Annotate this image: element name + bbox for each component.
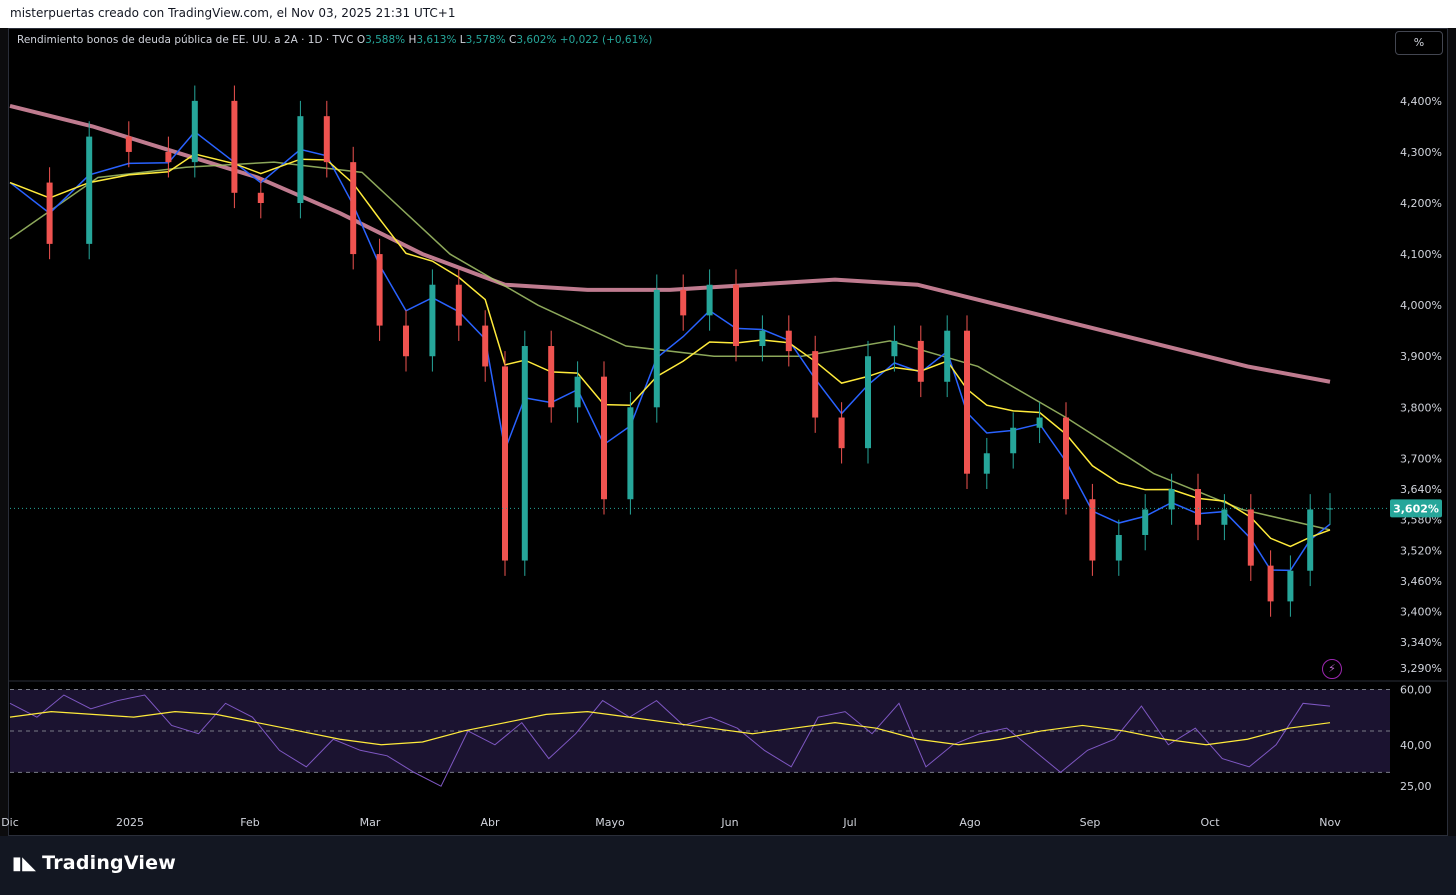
candle-body: [812, 351, 819, 418]
open-label: O: [356, 34, 366, 46]
candle-body: [653, 289, 660, 408]
tradingview-logo-icon: ▮◣: [12, 853, 37, 874]
tradingview-logo[interactable]: ▮◣ TradingView: [12, 852, 176, 874]
candle-body: [733, 284, 739, 347]
candle-body: [191, 100, 198, 163]
candle-body: [429, 284, 436, 357]
low-value: 3,578%: [465, 34, 506, 46]
lightning-icon[interactable]: ⚡: [1322, 659, 1342, 679]
candle-body: [785, 330, 792, 352]
x-tick-label: 2025: [116, 816, 144, 829]
x-tick-label: Sep: [1080, 816, 1101, 829]
y-tick-label: 3,800%: [1400, 401, 1442, 414]
open-value: 3,588%: [365, 34, 406, 46]
candle-body: [838, 417, 845, 449]
candle-body: [1168, 489, 1175, 510]
y-tick-label: 4,200%: [1400, 197, 1442, 210]
rsi-tick-label: 40,00: [1400, 739, 1432, 752]
symbol-title: Rendimiento bonos de deuda pública de EE…: [17, 34, 354, 46]
candle-body: [1063, 417, 1069, 500]
ma200-line: [9, 104, 1331, 384]
candle-body: [627, 407, 634, 500]
candle-body: [706, 284, 713, 316]
candle-body: [917, 340, 924, 382]
y-tick-label: 3,290%: [1400, 662, 1442, 675]
y-tick-label: 4,300%: [1400, 146, 1442, 159]
x-tick-label: Oct: [1200, 816, 1220, 829]
candle-body: [376, 254, 383, 326]
candlestick-chart[interactable]: 4,400% 4,300% 4,200% 4,100% 4,000% 3,900% 3,80…: [0, 0, 1456, 836]
y-tick-label: 3,520%: [1400, 544, 1442, 557]
x-tick-label: Mayo: [595, 816, 625, 829]
ma50-line: [9, 161, 1331, 531]
change-value: +0,022 (+0,61%): [559, 34, 653, 46]
candle-body: [350, 162, 357, 255]
symbol-legend: Rendimiento bonos de deuda pública de EE…: [17, 34, 652, 46]
candle-body: [865, 356, 871, 449]
candle-body: [1221, 509, 1228, 525]
footer-bar: [0, 836, 1456, 895]
y-tick-label: 4,000%: [1400, 299, 1442, 312]
candle-body: [1267, 565, 1274, 602]
candle-body: [759, 330, 766, 347]
rsi-tick-label: 60,00: [1400, 684, 1432, 697]
x-tick-label: Ago: [959, 816, 981, 829]
close-value: 3,602%: [516, 34, 557, 46]
brand-name: TradingView: [42, 852, 176, 874]
candle-body: [86, 136, 93, 244]
rsi-tick-label: 25,00: [1400, 780, 1432, 793]
candle-body: [502, 366, 508, 561]
candle-body: [323, 116, 330, 163]
candle-body: [455, 284, 462, 326]
x-tick-label: Jul: [842, 816, 856, 829]
x-tick-label: Feb: [240, 816, 259, 829]
candle-body: [1142, 509, 1149, 535]
candle-body: [1247, 509, 1254, 566]
candle-body: [964, 330, 970, 474]
y-tick-label: 3,640%: [1400, 483, 1442, 496]
candle-body: [601, 376, 607, 500]
x-tick-label: Dic: [1, 816, 19, 829]
candle-body: [165, 151, 172, 163]
candle-body: [574, 376, 581, 408]
candle-body: [231, 100, 238, 193]
y-tick-label: 3,400%: [1400, 606, 1442, 619]
x-tick-label: Abr: [480, 816, 500, 829]
candle-body: [521, 346, 528, 561]
candle-body: [125, 136, 132, 152]
candle-body: [1115, 534, 1122, 561]
price-badge: 3,602%: [1393, 502, 1439, 515]
candle-body: [1195, 489, 1201, 525]
candle-body: [891, 340, 898, 357]
candle-body: [680, 289, 687, 316]
ema-slow-line: [9, 153, 1331, 548]
y-tick-label: 3,340%: [1400, 636, 1442, 649]
x-tick-label: Jun: [720, 816, 738, 829]
candle-body: [944, 330, 951, 382]
candle-body: [257, 192, 264, 204]
candle-body: [297, 116, 304, 204]
candle-body: [1307, 509, 1314, 571]
candle-body: [482, 325, 489, 367]
y-tick-label: 4,400%: [1400, 95, 1442, 108]
candle-body: [1010, 427, 1017, 454]
x-tick-label: Mar: [360, 816, 381, 829]
candle-body: [403, 325, 409, 357]
candle-body: [548, 346, 555, 408]
y-tick-label: 3,460%: [1400, 575, 1442, 588]
candle-body: [1287, 570, 1294, 602]
percent-scale-button[interactable]: %: [1395, 31, 1443, 55]
y-tick-label: 4,100%: [1400, 248, 1442, 261]
candle-body: [983, 453, 990, 474]
candle-body: [46, 182, 53, 244]
high-value: 3,613%: [416, 34, 457, 46]
y-tick-label: 3,900%: [1400, 350, 1442, 363]
y-tick-label: 3,700%: [1400, 452, 1442, 465]
x-tick-label: Nov: [1319, 816, 1341, 829]
candle-body: [1036, 417, 1043, 428]
